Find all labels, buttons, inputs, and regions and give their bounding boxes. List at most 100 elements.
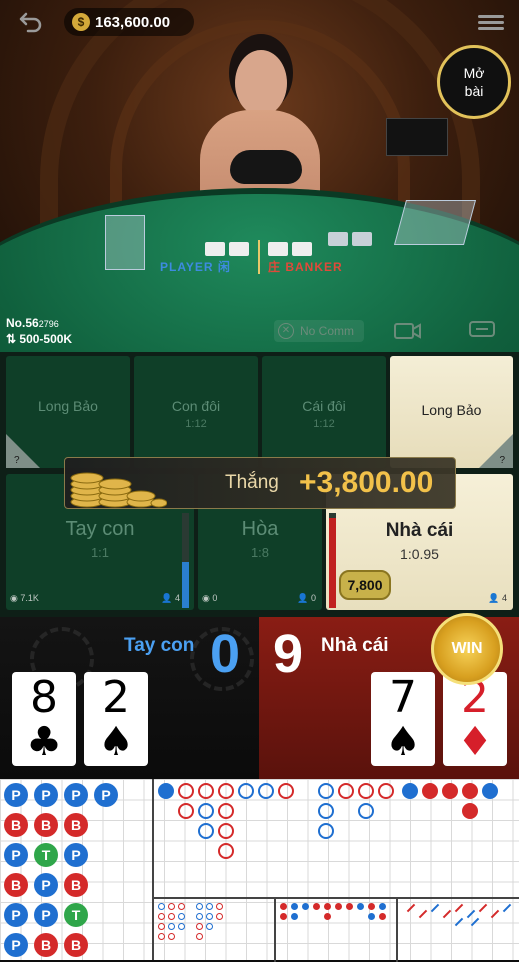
small-road-mark: [313, 903, 320, 910]
big-eye-mark: [168, 913, 175, 920]
road-mark: [442, 783, 458, 799]
player-card-2: 2 ♠: [84, 672, 148, 766]
coin-icon: $: [72, 13, 90, 31]
tie-stat-amount: ◉ 0: [202, 593, 218, 603]
road-mark: [462, 803, 478, 819]
road-mark: [218, 803, 234, 819]
road-mark: [198, 823, 214, 839]
felt-banker-label: 庄 BANKER: [268, 260, 343, 274]
round-result: Tay con 0 8 ♣ 2 ♠ 9 Nhà cái 7 ♠ 2 ♦ WIN: [0, 613, 519, 779]
back-icon[interactable]: [18, 10, 44, 34]
small-road-mark: [280, 913, 287, 920]
player-bet-bar: [182, 513, 189, 608]
bet-limit: ⇅ 500-500K: [6, 332, 73, 346]
banker-card-2: 2 ♦: [443, 672, 507, 766]
close-icon: ✕: [278, 323, 294, 339]
menu-icon[interactable]: [478, 12, 504, 34]
road-mark: [158, 783, 174, 799]
big-eye-mark: [168, 923, 175, 930]
dealer-top: [230, 150, 302, 184]
player-result-label: Tay con: [124, 635, 195, 656]
live-video: PLAYER 闲 庄 BANKER: [0, 0, 519, 352]
no-commission-toggle[interactable]: ✕ No Comm: [274, 320, 364, 342]
bead-P: P: [4, 843, 28, 867]
open-cards-label-2: bài: [464, 83, 484, 99]
player-stat-amount: ◉ 7.1K: [10, 593, 39, 603]
cockroach-mark: [490, 909, 500, 919]
small-road-mark: [379, 903, 386, 910]
bet-player-pair[interactable]: Con đôi 1:12: [134, 356, 258, 468]
road-mark: [358, 783, 374, 799]
road-mark: [198, 803, 214, 819]
cockroach-mark: [442, 909, 452, 919]
cockroach-mark: [418, 909, 428, 919]
banker-result-label: Nhà cái: [321, 635, 389, 656]
bead-P: P: [64, 783, 88, 807]
bet-long-bao-right[interactable]: Long Bảo ?: [390, 356, 513, 468]
road-mark: [318, 783, 334, 799]
table-card: [352, 232, 372, 246]
roadmap[interactable]: PPPPBBBPTPBPBPPTPBB: [0, 779, 519, 962]
road-mark: [218, 823, 234, 839]
bead-P: P: [4, 903, 28, 927]
bead-P: P: [34, 783, 58, 807]
bet-long-bao-left[interactable]: Long Bảo ?: [6, 356, 130, 468]
player-result-panel: Tay con 0 8 ♣ 2 ♠: [0, 617, 259, 779]
big-road: [152, 779, 519, 897]
big-eye-mark: [168, 933, 175, 940]
table-card: [205, 242, 225, 256]
road-mark: [482, 783, 498, 799]
small-road-mark: [368, 913, 375, 920]
chat-icon[interactable]: [468, 320, 496, 340]
dealer-head: [235, 50, 287, 116]
cockroach-mark: [454, 917, 464, 927]
big-eye-mark: [206, 913, 213, 920]
info-corner[interactable]: [6, 434, 40, 468]
tie-stat-users: 👤 0: [297, 593, 316, 603]
bead-P: P: [4, 783, 28, 807]
info-corner[interactable]: [479, 434, 513, 468]
bead-plate: PPPPBBBPTPBPBPPTPBB: [0, 779, 152, 960]
felt-divider: [258, 240, 260, 274]
bead-B: B: [4, 873, 28, 897]
big-eye-mark: [178, 903, 185, 910]
big-eye-mark: [206, 903, 213, 910]
big-eye-mark: [206, 923, 213, 930]
camera-icon[interactable]: [394, 322, 422, 340]
big-eye-mark: [196, 923, 203, 930]
player-stat-users: 👤 4: [161, 593, 180, 603]
bead-P: P: [34, 873, 58, 897]
big-eye-mark: [216, 903, 223, 910]
big-eye-mark: [168, 903, 175, 910]
win-amount: +3,800.00: [299, 466, 434, 499]
road-mark: [338, 783, 354, 799]
road-mark: [278, 783, 294, 799]
road-mark: [462, 783, 478, 799]
road-mark: [422, 783, 438, 799]
win-banner: Thắng +3,800.00: [64, 457, 456, 509]
road-mark: [198, 783, 214, 799]
open-cards-button[interactable]: Mở bài: [437, 45, 511, 119]
table-card: [328, 232, 348, 246]
road-mark: [178, 783, 194, 799]
gold-coins-icon: [70, 472, 167, 508]
small-road-mark: [379, 913, 386, 920]
bead-B: B: [4, 813, 28, 837]
small-road-mark: [335, 903, 342, 910]
road-mark: [218, 783, 234, 799]
big-eye-mark: [216, 913, 223, 920]
derived-roads: [152, 897, 519, 962]
player-result-score: 0: [210, 624, 241, 684]
table-card: [268, 242, 288, 256]
banker-bet-bar: [329, 513, 336, 608]
bead-B: B: [64, 933, 88, 957]
bead-B: B: [34, 933, 58, 957]
small-road-mark: [324, 903, 331, 910]
road-divider: [274, 899, 276, 962]
win-seal-icon: WIN: [431, 613, 503, 685]
big-eye-mark: [178, 923, 185, 930]
bet-banker-pair[interactable]: Cái đôi 1:12: [262, 356, 386, 468]
road-mark: [178, 803, 194, 819]
round-number: No.562796: [6, 316, 59, 330]
small-road-mark: [346, 903, 353, 910]
